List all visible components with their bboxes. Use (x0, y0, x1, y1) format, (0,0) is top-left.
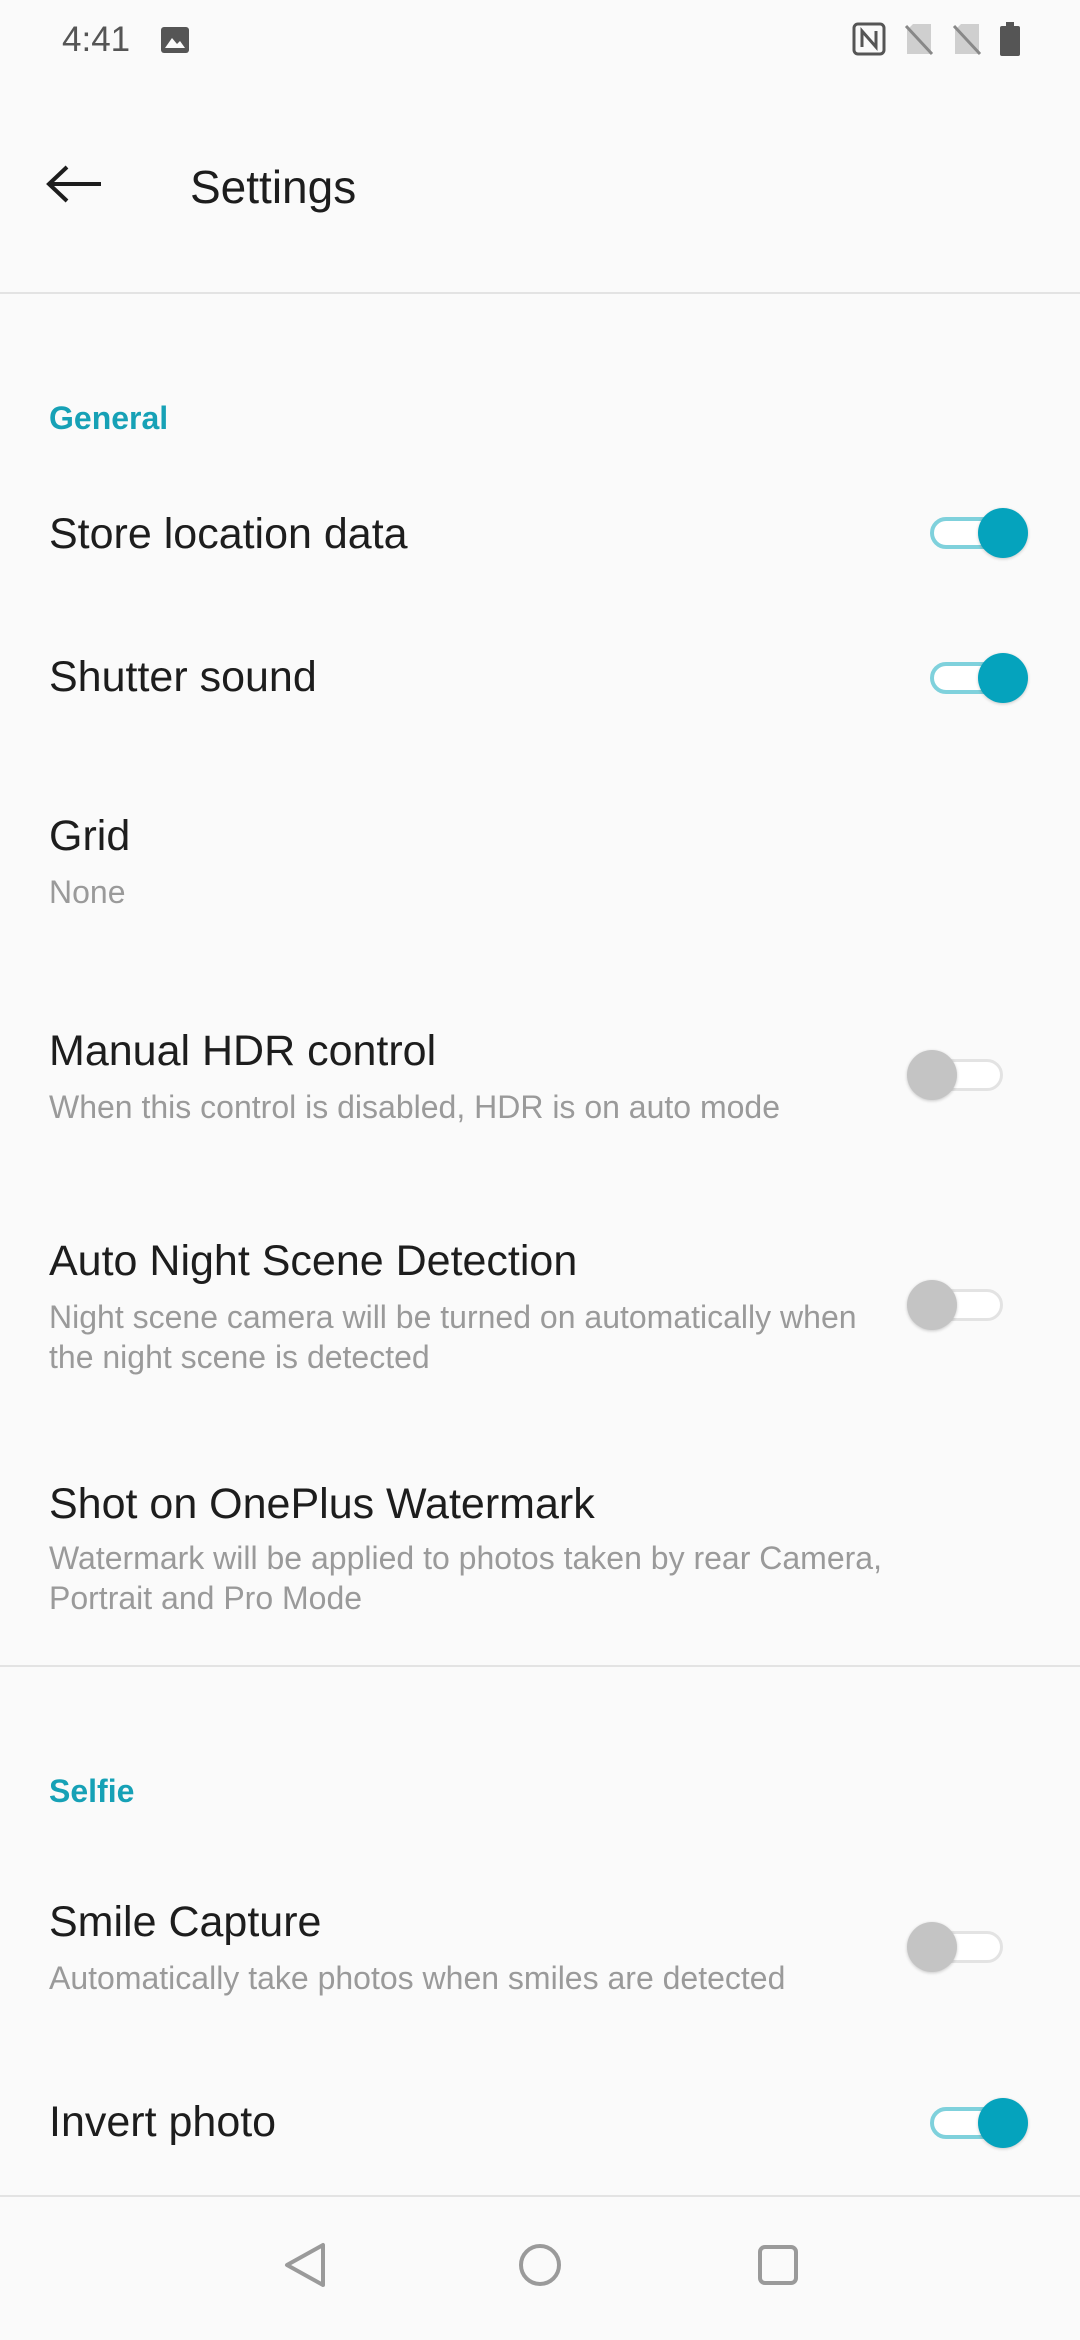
battery-icon (1000, 22, 1020, 61)
setting-invert-photo[interactable]: Invert photo (0, 2070, 1080, 2180)
setting-title: Grid (49, 812, 131, 860)
arrow-left-icon (45, 164, 103, 209)
setting-subtitle: Night scene camera will be turned on aut… (49, 1299, 857, 1375)
setting-manual-hdr[interactable]: Manual HDR control When this control is … (0, 1005, 1080, 1155)
invert-photo-toggle[interactable] (930, 2098, 1028, 2148)
page-title: Settings (190, 161, 357, 213)
manual-hdr-toggle[interactable] (907, 1050, 1005, 1100)
nav-recents-button[interactable] (748, 2237, 808, 2297)
status-icons (852, 22, 1020, 61)
setting-title: Shutter sound (49, 653, 317, 701)
setting-store-location[interactable]: Store location data (0, 480, 1080, 590)
setting-smile-capture[interactable]: Smile Capture Automatically take photos … (0, 1880, 1080, 2030)
navigation-bar (0, 2195, 1080, 2340)
back-triangle-icon (283, 2241, 327, 2294)
setting-subtitle: Automatically take photos when smiles ar… (49, 1960, 786, 1996)
back-button[interactable] (36, 148, 112, 224)
nav-home-button[interactable] (510, 2237, 570, 2297)
smile-capture-toggle[interactable] (907, 1922, 1005, 1972)
setting-title: Shot on OnePlus Watermark (49, 1480, 595, 1528)
section-divider (0, 1665, 1080, 1667)
setting-shutter-sound[interactable]: Shutter sound (0, 625, 1080, 735)
status-bar: 4:41 (0, 0, 1080, 80)
nav-back-button[interactable] (275, 2237, 335, 2297)
nfc-icon (852, 22, 886, 61)
shutter-sound-toggle[interactable] (930, 653, 1028, 703)
setting-subtitle: When this control is disabled, HDR is on… (49, 1089, 781, 1125)
no-sim-icon (952, 22, 982, 61)
section-header-general: General (49, 400, 169, 436)
setting-watermark[interactable]: Shot on OnePlus Watermark Watermark will… (0, 1458, 1080, 1638)
setting-title: Smile Capture (49, 1898, 322, 1946)
app-bar: Settings (0, 80, 1080, 294)
home-circle-icon (516, 2241, 564, 2294)
setting-value: None (49, 874, 126, 910)
setting-subtitle: Watermark will be applied to photos take… (49, 1540, 882, 1616)
setting-title: Auto Night Scene Detection (49, 1237, 578, 1285)
no-sim-icon (904, 22, 934, 61)
gallery-icon (160, 26, 190, 54)
setting-title: Invert photo (49, 2098, 277, 2146)
setting-title: Manual HDR control (49, 1027, 437, 1075)
status-time: 4:41 (62, 20, 131, 59)
auto-night-toggle[interactable] (907, 1280, 1005, 1330)
store-location-toggle[interactable] (930, 508, 1028, 558)
section-header-selfie: Selfie (49, 1773, 135, 1809)
recents-square-icon (755, 2242, 801, 2293)
setting-grid[interactable]: Grid None (0, 790, 1080, 940)
setting-auto-night[interactable]: Auto Night Scene Detection Night scene c… (0, 1215, 1080, 1395)
settings-screen: 4:41 Settings General Store location dat… (0, 0, 1080, 2340)
setting-title: Store location data (49, 510, 408, 558)
